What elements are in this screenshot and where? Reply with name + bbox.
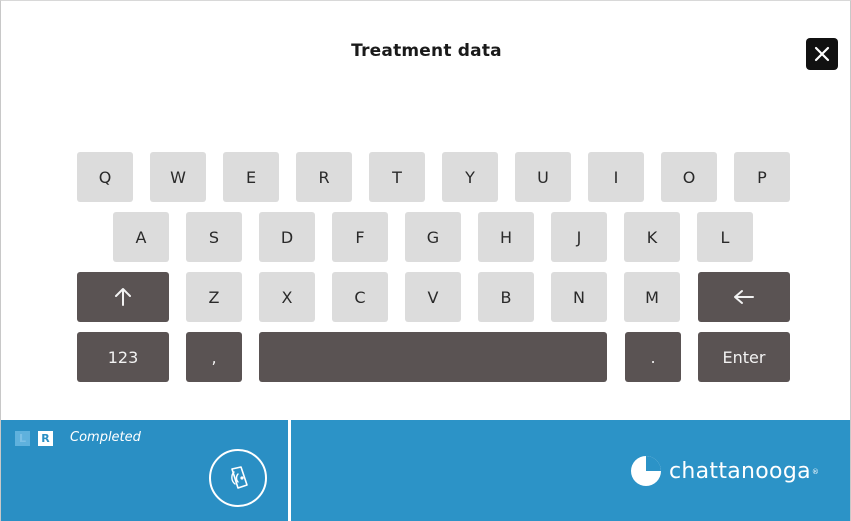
close-icon [814, 46, 830, 62]
key-t[interactable]: T [369, 152, 425, 202]
footer-bar: L R Completed chattanooga ® [1, 420, 850, 521]
key-h[interactable]: H [478, 212, 534, 262]
key-l[interactable]: L [697, 212, 753, 262]
right-side-indicator[interactable]: R [38, 431, 53, 446]
key-u[interactable]: U [515, 152, 571, 202]
key-i[interactable]: I [588, 152, 644, 202]
key-p[interactable]: P [734, 152, 790, 202]
treatment-data-screen: Treatment data Q W E R T Y U I O P A S D… [0, 0, 851, 521]
footer-divider [288, 420, 291, 521]
key-y[interactable]: Y [442, 152, 498, 202]
comma-key[interactable]: , [186, 332, 242, 382]
key-r[interactable]: R [296, 152, 352, 202]
space-key[interactable] [259, 332, 607, 382]
status-text: Completed [70, 430, 141, 445]
key-d[interactable]: D [259, 212, 315, 262]
key-w[interactable]: W [150, 152, 206, 202]
key-m[interactable]: M [624, 272, 680, 322]
numbers-key[interactable]: 123 [77, 332, 169, 382]
arrow-left-icon [734, 290, 754, 304]
applicator-panel: L R Completed [1, 420, 288, 521]
key-g[interactable]: G [405, 212, 461, 262]
key-x[interactable]: X [259, 272, 315, 322]
period-key[interactable]: . [625, 332, 681, 382]
registered-mark: ® [811, 468, 819, 476]
applicator-button[interactable] [209, 449, 267, 507]
key-a[interactable]: A [113, 212, 169, 262]
shift-key[interactable] [77, 272, 169, 322]
key-v[interactable]: V [405, 272, 461, 322]
key-n[interactable]: N [551, 272, 607, 322]
key-k[interactable]: K [624, 212, 680, 262]
page-title: Treatment data [351, 41, 502, 61]
brand-logo: chattanooga ® [629, 454, 819, 488]
key-o[interactable]: O [661, 152, 717, 202]
key-c[interactable]: C [332, 272, 388, 322]
enter-key[interactable]: Enter [698, 332, 790, 382]
key-j[interactable]: J [551, 212, 607, 262]
key-z[interactable]: Z [186, 272, 242, 322]
left-side-indicator[interactable]: L [15, 431, 30, 446]
applicator-icon [231, 466, 248, 489]
key-s[interactable]: S [186, 212, 242, 262]
key-e[interactable]: E [223, 152, 279, 202]
brand-name: chattanooga [669, 458, 811, 484]
chattanooga-logo-icon [631, 456, 661, 486]
backspace-key[interactable] [698, 272, 790, 322]
key-q[interactable]: Q [77, 152, 133, 202]
close-button[interactable] [806, 38, 838, 70]
arrow-up-icon [115, 288, 131, 306]
key-b[interactable]: B [478, 272, 534, 322]
key-f[interactable]: F [332, 212, 388, 262]
